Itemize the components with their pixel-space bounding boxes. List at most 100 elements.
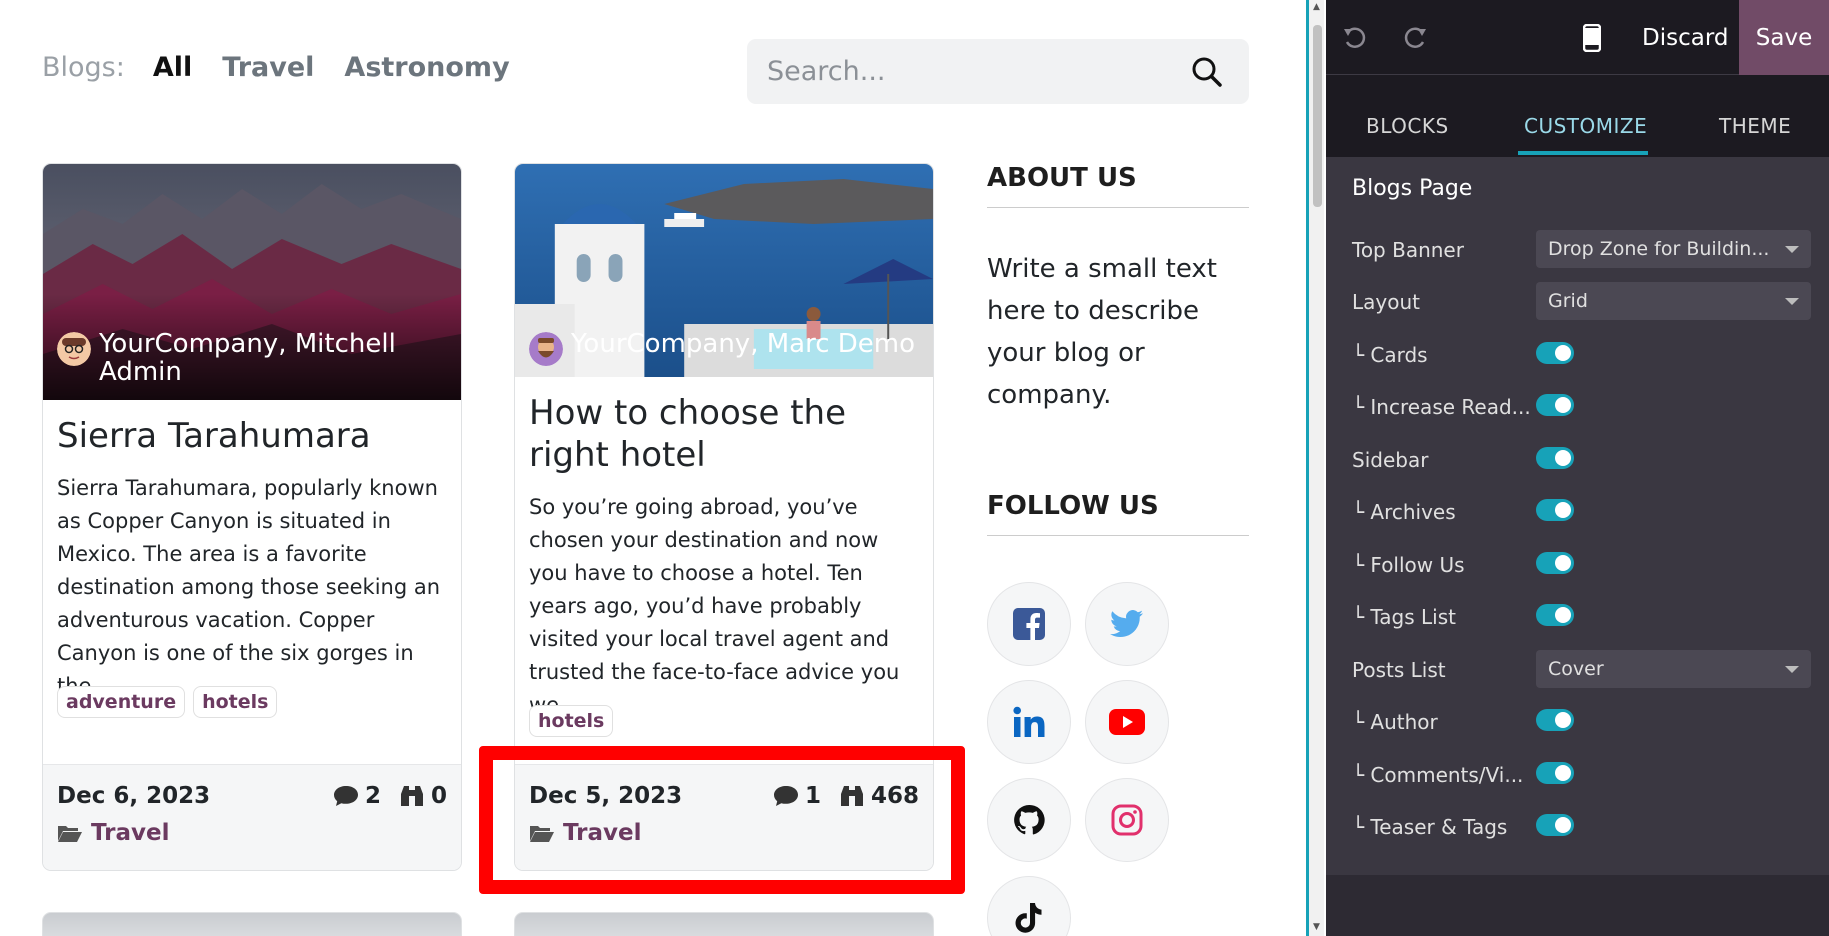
instagram-button[interactable] xyxy=(1085,778,1169,862)
youtube-button[interactable] xyxy=(1085,680,1169,764)
scrollbar-thumb[interactable] xyxy=(1313,25,1322,207)
page-scrollbar[interactable]: ▲ ▼ xyxy=(1306,0,1324,936)
post-title[interactable]: Sierra Tarahumara xyxy=(57,415,447,457)
post-tags: adventure hotels xyxy=(57,686,285,718)
blog-post-card[interactable]: YourCompany, Mitchell Admin Sierra Tarah… xyxy=(42,163,462,871)
twitter-icon xyxy=(1110,610,1143,638)
binoculars-icon xyxy=(400,786,423,806)
github-icon xyxy=(1014,804,1045,835)
about-us-text: Write a small text here to describe your… xyxy=(987,254,1217,410)
option-label: Posts List xyxy=(1352,658,1446,682)
search-placeholder: Search... xyxy=(767,56,886,87)
tiktok-icon xyxy=(1015,903,1042,933)
teaser-tags-toggle[interactable] xyxy=(1536,814,1574,836)
option-top-banner: Top Banner Drop Zone for Buildin... xyxy=(1352,230,1822,270)
editor-tabs: BLOCKS CUSTOMIZE THEME xyxy=(1326,75,1829,157)
author-toggle[interactable] xyxy=(1536,709,1574,731)
blog-filter-travel[interactable]: Travel xyxy=(222,52,314,83)
increase-readability-toggle[interactable] xyxy=(1536,394,1574,416)
post-author-name: YourCompany, Mitchell Admin xyxy=(99,329,396,387)
annotation-highlight-box xyxy=(479,746,965,894)
comments-views-toggle[interactable] xyxy=(1536,762,1574,784)
scroll-up-arrow-icon[interactable]: ▲ xyxy=(1313,2,1320,12)
option-label: └ Increase Read... xyxy=(1352,395,1531,419)
post-title[interactable]: How to choose the right hotel xyxy=(529,392,919,476)
instagram-icon xyxy=(1111,804,1143,836)
website-preview: Blogs: All Travel Astronomy Search... Yo… xyxy=(0,0,1306,936)
option-label: └ Author xyxy=(1352,710,1438,734)
blog-filter-all[interactable]: All xyxy=(153,52,192,83)
post-views-count: 0 xyxy=(430,783,447,809)
facebook-icon xyxy=(1013,608,1045,640)
tags-list-toggle[interactable] xyxy=(1536,604,1574,626)
facebook-button[interactable] xyxy=(987,582,1071,666)
post-category-label[interactable]: Travel xyxy=(91,820,170,846)
search-input[interactable]: Search... xyxy=(747,39,1249,104)
tab-blocks[interactable]: BLOCKS xyxy=(1366,75,1449,157)
blogs-label: Blogs: xyxy=(42,52,125,83)
select-value: Cover xyxy=(1548,658,1604,680)
github-button[interactable] xyxy=(987,778,1071,862)
tag-hotels[interactable]: hotels xyxy=(529,705,614,737)
post-footer: Dec 6, 2023 2 0 Travel xyxy=(43,764,461,870)
option-archives: └ Archives xyxy=(1352,492,1822,532)
follow-us-toggle[interactable] xyxy=(1536,552,1574,574)
option-sidebar: Sidebar xyxy=(1352,440,1822,480)
mobile-phone-icon xyxy=(1583,23,1601,52)
linkedin-icon xyxy=(1013,706,1045,737)
post-category[interactable]: Travel xyxy=(57,820,170,846)
tag-hotels[interactable]: hotels xyxy=(193,686,278,718)
options-list: Top Banner Drop Zone for Buildin... Layo… xyxy=(1326,220,1829,875)
tiktok-button[interactable] xyxy=(987,876,1071,936)
scroll-down-arrow-icon[interactable]: ▼ xyxy=(1313,922,1320,932)
option-author: └ Author xyxy=(1352,702,1822,742)
sidebar-toggle[interactable] xyxy=(1536,447,1574,469)
youtube-icon xyxy=(1109,709,1145,735)
option-label: Top Banner xyxy=(1352,238,1464,262)
option-tags-list: └ Tags List xyxy=(1352,597,1822,637)
mobile-preview-button[interactable] xyxy=(1583,0,1601,75)
about-us-title: ABOUT US xyxy=(987,163,1249,208)
post-comments-count: 2 xyxy=(364,783,381,809)
top-banner-select[interactable]: Drop Zone for Buildin... xyxy=(1536,230,1811,268)
blog-post-card[interactable] xyxy=(42,912,462,936)
redo-icon xyxy=(1404,27,1426,48)
section-title: Blogs Page xyxy=(1326,157,1829,220)
layout-select[interactable]: Grid xyxy=(1536,282,1811,320)
posts-list-select[interactable]: Cover xyxy=(1536,650,1811,688)
option-posts-list: Posts List Cover xyxy=(1352,650,1822,690)
avatar xyxy=(57,332,91,366)
follow-us-title: FOLLOW US xyxy=(987,491,1249,536)
blog-post-card[interactable] xyxy=(514,912,934,936)
post-tags: hotels xyxy=(529,705,621,737)
option-comments-views: └ Comments/Vi... xyxy=(1352,755,1822,795)
twitter-button[interactable] xyxy=(1085,582,1169,666)
tab-customize[interactable]: CUSTOMIZE xyxy=(1524,75,1647,157)
blog-filter-astronomy[interactable]: Astronomy xyxy=(344,52,509,83)
redo-button[interactable] xyxy=(1402,0,1428,75)
save-button[interactable]: Save xyxy=(1739,0,1829,75)
editor-toolbar: Discard Save xyxy=(1326,0,1829,75)
folder-open-icon xyxy=(58,826,82,842)
about-us-section: ABOUT US Write a small text here to desc… xyxy=(987,163,1249,416)
undo-button[interactable] xyxy=(1342,0,1368,75)
option-increase-readability: └ Increase Read... xyxy=(1352,387,1822,427)
post-comments: 2 xyxy=(333,783,381,809)
cards-toggle[interactable] xyxy=(1536,342,1574,364)
blog-filter-nav: Blogs: All Travel Astronomy xyxy=(42,52,540,83)
tag-adventure[interactable]: adventure xyxy=(57,686,186,718)
option-layout: Layout Grid xyxy=(1352,282,1822,322)
option-label: └ Follow Us xyxy=(1352,553,1465,577)
linkedin-button[interactable] xyxy=(987,680,1071,764)
search-icon[interactable] xyxy=(1191,56,1223,88)
archives-toggle[interactable] xyxy=(1536,499,1574,521)
active-tab-indicator xyxy=(1518,151,1648,155)
post-date: Dec 6, 2023 xyxy=(57,783,211,809)
option-label: └ Comments/Vi... xyxy=(1352,763,1524,787)
tab-theme[interactable]: THEME xyxy=(1719,75,1791,157)
follow-us-section: FOLLOW US xyxy=(987,491,1249,536)
option-label: Sidebar xyxy=(1352,448,1429,472)
option-label: └ Archives xyxy=(1352,500,1456,524)
option-label: Layout xyxy=(1352,290,1420,314)
discard-button[interactable]: Discard xyxy=(1642,0,1728,75)
